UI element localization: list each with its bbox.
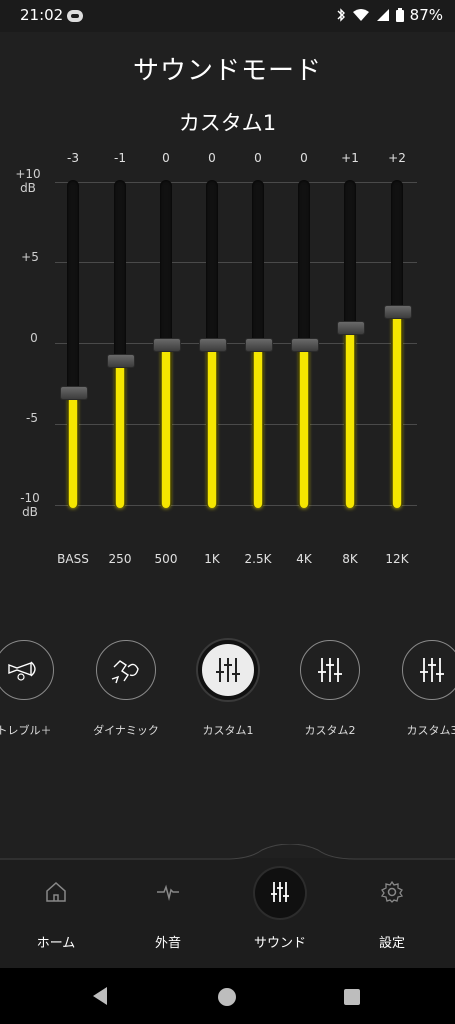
band-value-label: -1 bbox=[114, 151, 126, 165]
eq-slider-thumb[interactable] bbox=[337, 321, 365, 336]
band-value-label: +1 bbox=[341, 151, 359, 165]
band-frequency-label: 1K bbox=[204, 552, 220, 566]
eq-slider-bass[interactable] bbox=[67, 180, 79, 508]
mode-custom1-button[interactable] bbox=[198, 640, 258, 700]
grid-line bbox=[55, 262, 417, 263]
bottom-nav: ホーム 外音 サウンド 設定 bbox=[0, 844, 455, 968]
system-nav-bar bbox=[0, 968, 455, 1024]
sliders-icon bbox=[420, 658, 444, 682]
eq-slider-fill bbox=[208, 347, 216, 508]
dynamic-icon bbox=[111, 660, 139, 684]
band-value-label: 0 bbox=[162, 151, 170, 165]
eq-slider-thumb[interactable] bbox=[107, 353, 135, 368]
home-icon bbox=[46, 881, 66, 902]
grid-line bbox=[55, 182, 417, 183]
sound-mode-carousel[interactable]: トレブル＋ ダイナミック カスタム1 カスタム2 カスタム3 bbox=[0, 640, 455, 740]
eq-slider-thumb[interactable] bbox=[153, 337, 181, 352]
db-label-plus10: +10 dB bbox=[15, 167, 41, 195]
status-time: 21:02 bbox=[20, 6, 64, 24]
db-label-zero: 0 bbox=[30, 331, 38, 345]
nav-sound-label: サウンド bbox=[253, 936, 306, 951]
band-frequency-label: 12K bbox=[385, 552, 409, 566]
eq-slider-fill bbox=[162, 347, 170, 508]
page-title: サウンドモード bbox=[132, 56, 322, 86]
eq-slider-thumb[interactable] bbox=[245, 337, 273, 352]
eq-slider-8k[interactable] bbox=[344, 180, 356, 508]
eq-slider-fill bbox=[116, 363, 124, 508]
band-frequency-label: 8K bbox=[342, 552, 358, 566]
trumpet-icon bbox=[8, 661, 36, 681]
band-frequency-label: 250 bbox=[108, 552, 132, 566]
eq-slider-fill bbox=[346, 331, 354, 508]
grid-line bbox=[55, 505, 417, 506]
band-value-label: -3 bbox=[67, 151, 79, 165]
recents-icon[interactable] bbox=[343, 988, 361, 1006]
band-value-label: 0 bbox=[208, 151, 216, 165]
nav-settings-label: 設定 bbox=[378, 936, 405, 951]
battery-icon bbox=[395, 8, 404, 22]
mode-treble-plus-button[interactable] bbox=[0, 640, 54, 700]
band-frequency-label: 2.5K bbox=[244, 552, 272, 566]
mode-dynamic-button[interactable] bbox=[96, 640, 156, 700]
eq-slider-fill bbox=[69, 395, 77, 508]
home-button-icon[interactable] bbox=[216, 986, 238, 1008]
bluetooth-icon bbox=[337, 8, 345, 22]
eq-slider-12k[interactable] bbox=[391, 180, 403, 508]
preset-name: カスタム1 bbox=[178, 111, 277, 135]
grid-line bbox=[55, 343, 417, 344]
db-label-minus10: -10 dB bbox=[20, 491, 40, 519]
mode-label: カスタム3 bbox=[406, 724, 455, 737]
nav-divider bbox=[0, 844, 455, 860]
app-notification-icon bbox=[67, 10, 83, 22]
eq-slider-thumb[interactable] bbox=[199, 337, 227, 352]
battery-percent: 87% bbox=[409, 6, 443, 24]
eq-slider-fill bbox=[300, 347, 308, 508]
ambient-sound-icon bbox=[157, 884, 179, 901]
gear-icon bbox=[380, 880, 404, 903]
band-value-label: 0 bbox=[300, 151, 308, 165]
db-label-plus5: +5 bbox=[21, 250, 39, 264]
grid-line bbox=[55, 424, 417, 425]
band-frequency-label: 500 bbox=[154, 552, 178, 566]
mode-custom2-button[interactable] bbox=[300, 640, 360, 700]
back-icon[interactable] bbox=[89, 985, 111, 1007]
sliders-icon bbox=[318, 658, 342, 682]
eq-slider-fill bbox=[254, 347, 262, 508]
nav-ambient-label: 外音 bbox=[154, 936, 181, 951]
status-bar: 21:02 87% bbox=[0, 0, 455, 32]
wifi-icon bbox=[352, 9, 369, 21]
eq-slider-thumb[interactable] bbox=[384, 305, 412, 320]
mode-custom3-button[interactable] bbox=[402, 640, 455, 700]
sliders-icon bbox=[216, 658, 240, 682]
band-frequency-label: 4K bbox=[296, 552, 312, 566]
band-frequency-label: BASS bbox=[57, 552, 89, 566]
band-value-label: +2 bbox=[388, 151, 406, 165]
db-label-minus5: -5 bbox=[26, 411, 38, 425]
nav-home-label: ホーム bbox=[36, 936, 76, 951]
band-value-label: 0 bbox=[254, 151, 262, 165]
sliders-icon bbox=[271, 882, 289, 902]
eq-slider-250[interactable] bbox=[114, 180, 126, 508]
signal-icon bbox=[376, 9, 389, 21]
mode-custom3[interactable]: カスタム3 bbox=[372, 640, 455, 738]
eq-slider-fill bbox=[393, 315, 401, 508]
eq-slider-thumb[interactable] bbox=[291, 337, 319, 352]
eq-slider-thumb[interactable] bbox=[60, 385, 88, 400]
equalizer: +10 dB +5 0 -5 -10 dB -3 BASS -1 250 0 500 0 1K… bbox=[0, 140, 455, 580]
